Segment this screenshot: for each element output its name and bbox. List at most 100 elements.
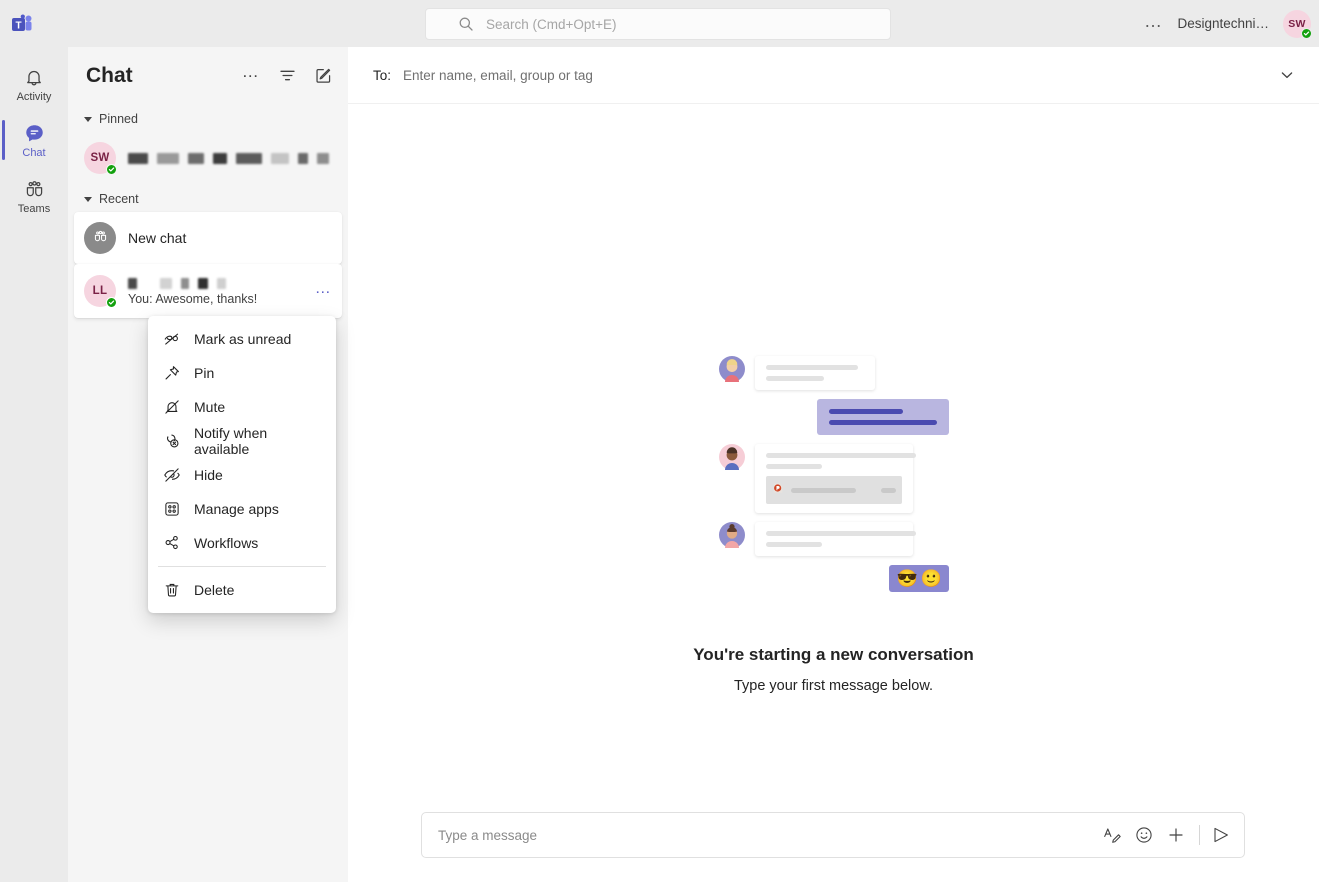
top-bar-right: … Designtechni… SW bbox=[1144, 0, 1312, 47]
menu-item-workflows[interactable]: Workflows bbox=[148, 526, 336, 560]
to-label: To: bbox=[373, 67, 392, 83]
conversation-panel: To: Enter name, email, group or tag 😎 🙂 … bbox=[348, 47, 1319, 882]
workflows-icon bbox=[162, 533, 182, 553]
mark-unread-icon bbox=[162, 329, 182, 349]
empty-state-illustration: 😎 🙂 bbox=[718, 356, 949, 592]
menu-label: Pin bbox=[194, 365, 215, 381]
chat-list-more-options-button[interactable]: … bbox=[240, 62, 262, 87]
teams-app-window: T Search (Cmd+Opt+E) … Designtechni… SW bbox=[0, 0, 1319, 882]
menu-label: Workflows bbox=[194, 535, 259, 551]
plus-icon[interactable] bbox=[1165, 824, 1187, 846]
send-icon[interactable] bbox=[1210, 824, 1232, 846]
avatar bbox=[718, 444, 745, 470]
teams-logo-icon: T bbox=[8, 10, 36, 38]
to-input[interactable]: Enter name, email, group or tag bbox=[403, 68, 1277, 83]
menu-label: Hide bbox=[194, 467, 223, 483]
compose-icon[interactable] bbox=[312, 65, 334, 87]
chat-item-body: You: Awesome, thanks! bbox=[128, 277, 303, 306]
search-bar[interactable]: Search (Cmd+Opt+E) bbox=[425, 8, 891, 40]
illustration-bubble-self bbox=[816, 399, 949, 435]
presence-available-icon bbox=[1301, 27, 1312, 39]
rail-item-activity[interactable]: Activity bbox=[0, 56, 68, 112]
search-icon bbox=[458, 16, 474, 32]
emoji-icon[interactable] bbox=[1133, 824, 1155, 846]
chat-item-preview: You: Awesome, thanks! bbox=[128, 291, 258, 306]
search-input[interactable]: Search (Cmd+Opt+E) bbox=[425, 8, 891, 40]
composer-divider bbox=[1199, 825, 1200, 845]
rail-label-teams: Teams bbox=[17, 203, 51, 215]
menu-label: Delete bbox=[194, 582, 235, 598]
presence-available-icon bbox=[106, 164, 117, 175]
illustration-bubble bbox=[754, 444, 916, 513]
chevron-down-icon bbox=[84, 116, 92, 122]
eye-off-icon bbox=[162, 465, 182, 485]
top-bar: T Search (Cmd+Opt+E) … Designtechni… SW bbox=[0, 0, 1319, 47]
group-people-icon bbox=[91, 227, 110, 249]
chevron-down-icon[interactable] bbox=[1277, 65, 1297, 85]
sunglasses-emoji-icon: 😎 bbox=[896, 569, 918, 588]
chat-item-name: New chat bbox=[128, 230, 187, 246]
menu-item-notify-when-available[interactable]: Notify when available bbox=[148, 424, 336, 458]
filter-icon[interactable] bbox=[276, 65, 298, 87]
smiley-emoji-icon: 🙂 bbox=[920, 569, 942, 588]
chat-list-header: Chat … bbox=[68, 47, 348, 104]
illustration-message bbox=[718, 522, 949, 556]
redacted-contact-name bbox=[128, 277, 303, 290]
avatar: LL bbox=[84, 275, 117, 308]
format-text-icon[interactable] bbox=[1101, 824, 1123, 846]
to-field-bar: To: Enter name, email, group or tag bbox=[348, 47, 1319, 104]
empty-state-title: You're starting a new conversation bbox=[693, 645, 974, 664]
illustration-bubble bbox=[754, 522, 916, 556]
illustration-message-with-file bbox=[718, 444, 949, 513]
menu-item-hide[interactable]: Hide bbox=[148, 458, 336, 492]
composer-wrapper: Type a message bbox=[348, 812, 1319, 882]
menu-item-delete[interactable]: Delete bbox=[148, 573, 336, 607]
organization-name[interactable]: Designtechni… bbox=[1177, 16, 1269, 31]
menu-label: Notify when available bbox=[194, 425, 268, 457]
menu-item-mark-as-unread[interactable]: Mark as unread bbox=[148, 322, 336, 356]
pin-icon bbox=[162, 363, 182, 383]
notify-available-icon bbox=[162, 431, 182, 451]
menu-label: Manage apps bbox=[194, 501, 279, 517]
empty-state-subtitle: Type your first message below. bbox=[733, 678, 934, 694]
rail-item-teams[interactable]: Teams bbox=[0, 168, 68, 224]
avatar bbox=[718, 356, 745, 382]
menu-item-manage-apps[interactable]: Manage apps bbox=[148, 492, 336, 526]
left-nav-rail: Activity Chat Teams bbox=[0, 47, 68, 875]
top-more-options-button[interactable]: … bbox=[1144, 12, 1164, 35]
illustration-emoji-bubble: 😎 🙂 bbox=[888, 565, 949, 592]
svg-text:T: T bbox=[15, 20, 21, 31]
apps-grid-icon bbox=[162, 499, 182, 519]
group-header-recent[interactable]: Recent bbox=[68, 184, 348, 212]
menu-label: Mute bbox=[194, 399, 226, 415]
teams-people-icon bbox=[22, 177, 46, 201]
page-title: Chat bbox=[86, 63, 133, 87]
avatar bbox=[84, 222, 116, 254]
group-label-pinned: Pinned bbox=[99, 112, 138, 126]
rail-label-chat: Chat bbox=[22, 147, 46, 159]
trash-icon bbox=[162, 580, 182, 600]
chat-item-more-options-button[interactable]: … bbox=[315, 281, 332, 301]
chat-list-item-recent[interactable]: LL You: Awesome, thanks! … bbox=[74, 264, 342, 318]
message-input[interactable]: Type a message bbox=[438, 828, 1091, 843]
avatar: SW bbox=[84, 142, 117, 175]
avatar-initials: SW bbox=[90, 152, 110, 164]
search-placeholder: Search (Cmd+Opt+E) bbox=[486, 16, 617, 32]
message-composer[interactable]: Type a message bbox=[421, 812, 1245, 858]
illustration-message bbox=[718, 356, 949, 390]
chat-list-actions: … bbox=[240, 62, 334, 87]
chat-bubble-icon bbox=[22, 121, 46, 145]
menu-item-mute[interactable]: Mute bbox=[148, 390, 336, 424]
chat-list-item-pinned[interactable]: SW bbox=[74, 132, 342, 184]
group-header-pinned[interactable]: Pinned bbox=[68, 104, 348, 132]
rail-item-chat[interactable]: Chat bbox=[0, 112, 68, 168]
group-label-recent: Recent bbox=[99, 192, 139, 206]
menu-label: Mark as unread bbox=[194, 331, 292, 347]
menu-item-pin[interactable]: Pin bbox=[148, 356, 336, 390]
illustration-file-attachment bbox=[765, 476, 902, 504]
chat-list-item-new-chat[interactable]: New chat bbox=[74, 212, 342, 264]
rail-label-activity: Activity bbox=[16, 91, 52, 103]
avatar[interactable]: SW bbox=[1283, 9, 1312, 39]
bell-off-icon bbox=[162, 397, 182, 417]
presence-available-icon bbox=[106, 297, 117, 308]
